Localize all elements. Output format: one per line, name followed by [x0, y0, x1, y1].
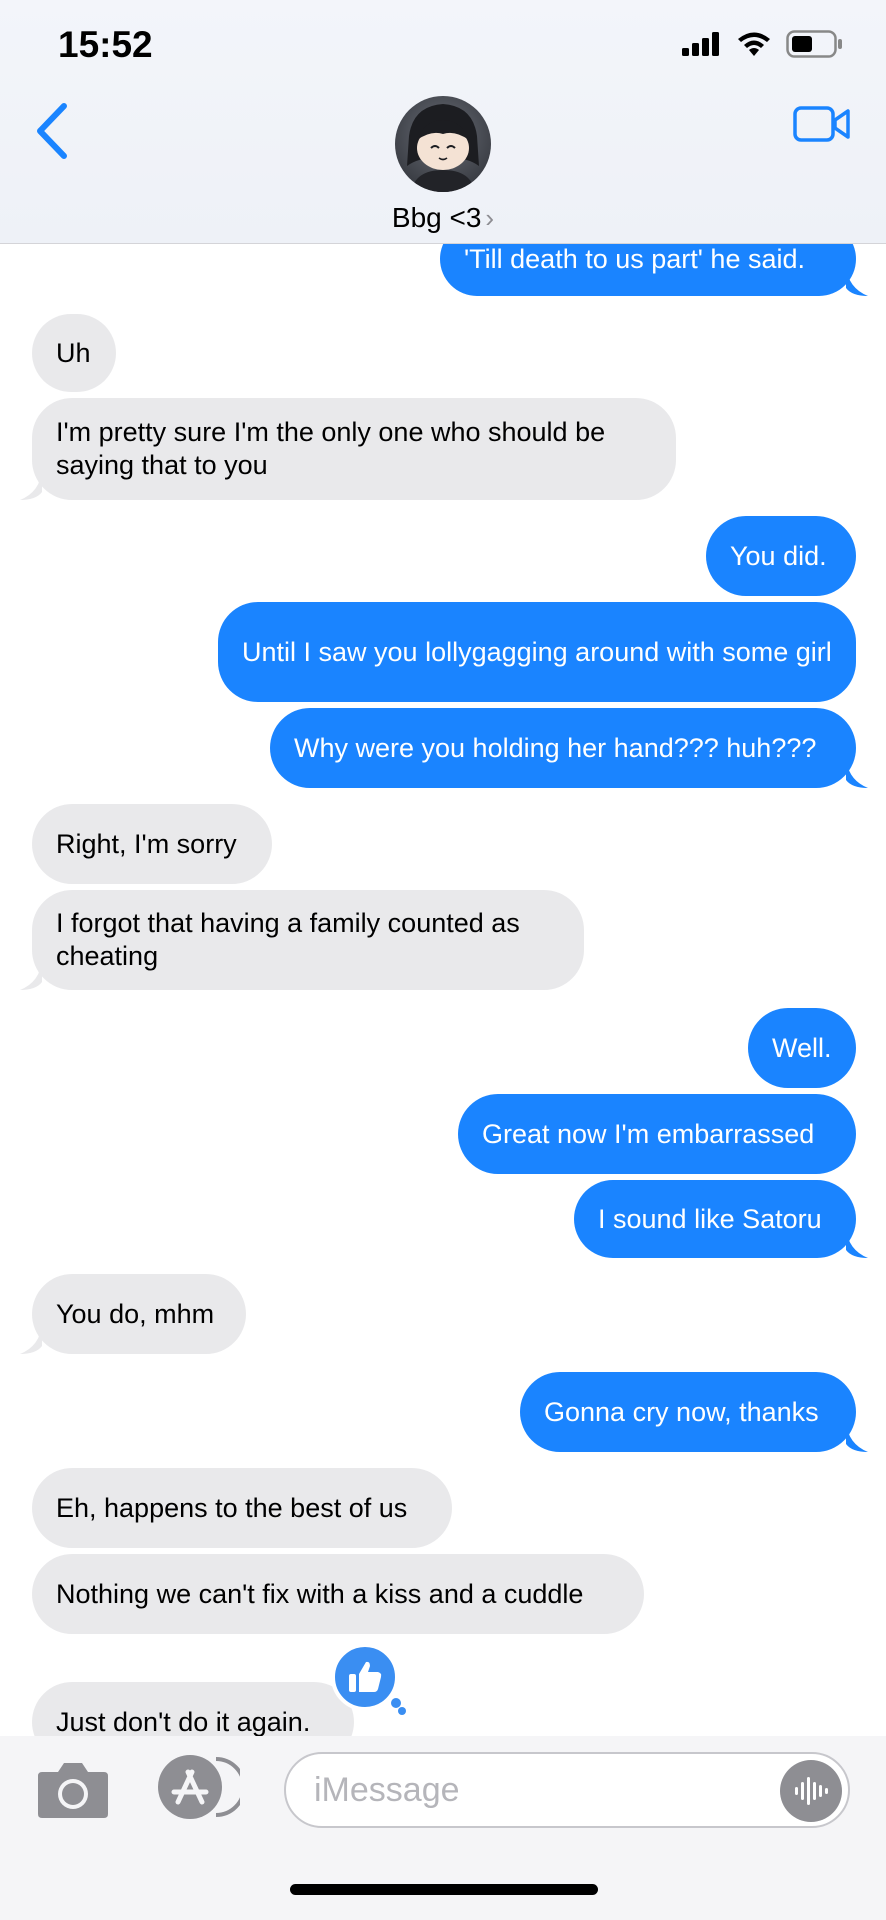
conversation-header: 15:52 Bbg <3 › — [0, 0, 886, 244]
message-bubble-incoming[interactable]: Uh — [32, 314, 116, 392]
bubble-tail — [20, 960, 42, 990]
message-bubble-incoming[interactable]: You do, mhm — [20, 1274, 246, 1354]
message-bubble-incoming[interactable]: Nothing we can't fix with a kiss and a c… — [32, 1554, 644, 1634]
battery-icon — [786, 30, 842, 58]
avatar[interactable] — [395, 96, 491, 192]
composer-bar: iMessage — [0, 1736, 886, 1920]
bubble-tail — [846, 266, 868, 296]
message-bubble-outgoing[interactable]: I sound like Satoru — [574, 1180, 868, 1258]
app-store-icon[interactable] — [154, 1754, 240, 1820]
message-bubble-outgoing[interactable]: Well. — [748, 1008, 856, 1088]
message-bubble-incoming[interactable]: I forgot that having a family counted as… — [20, 890, 584, 990]
message-bubble-outgoing[interactable]: Why were you holding her hand??? huh??? — [270, 708, 868, 788]
home-indicator[interactable] — [290, 1884, 598, 1895]
status-icons — [682, 30, 844, 58]
back-chevron-icon[interactable] — [30, 98, 80, 164]
message-text: Just don't do it again. — [56, 1706, 311, 1737]
message-text: I forgot that having a family counted as… — [56, 908, 520, 971]
message-text: Nothing we can't fix with a kiss and a c… — [56, 1578, 584, 1609]
contact-name-button[interactable]: Bbg <3 › — [0, 202, 886, 234]
message-text: Well. — [772, 1032, 832, 1063]
video-call-icon[interactable] — [792, 100, 852, 148]
status-time: 15:52 — [58, 24, 153, 65]
message-text: 'Till death to us part' he said. — [464, 243, 805, 274]
message-text: Gonna cry now, thanks — [544, 1396, 819, 1427]
message-text: I sound like Satoru — [598, 1203, 822, 1234]
avatar-image — [407, 104, 479, 192]
message-bubble-incoming[interactable]: I'm pretty sure I'm the only one who sho… — [20, 398, 676, 500]
message-bubble-incoming[interactable]: Right, I'm sorry — [32, 804, 272, 884]
message-text: Until I saw you lollygagging around with… — [242, 636, 832, 667]
message-bubble-outgoing[interactable]: Great now I'm embarrassed — [458, 1094, 856, 1174]
message-text: Why were you holding her hand??? huh??? — [294, 732, 817, 763]
message-bubble-incoming[interactable]: Just don't do it again. — [32, 1682, 354, 1736]
cellular-signal-icon — [682, 32, 719, 56]
message-text: You did. — [730, 540, 827, 571]
message-bubble-outgoing[interactable]: Until I saw you lollygagging around with… — [218, 602, 856, 702]
message-text: You do, mhm — [56, 1298, 215, 1329]
message-bubble-incoming[interactable]: Eh, happens to the best of us — [32, 1468, 452, 1548]
chevron-right-icon: › — [485, 203, 495, 233]
message-text: Eh, happens to the best of us — [56, 1492, 408, 1523]
bubble-tail — [846, 758, 868, 788]
camera-icon[interactable] — [36, 1758, 110, 1820]
bubble-tail — [846, 1422, 868, 1452]
message-bubble-outgoing[interactable]: You did. — [706, 516, 856, 596]
message-input-placeholder: iMessage — [314, 1770, 460, 1809]
message-input[interactable]: iMessage — [284, 1752, 850, 1828]
message-text: Great now I'm embarrassed — [482, 1118, 815, 1149]
message-text: I'm pretty sure I'm the only one who sho… — [56, 417, 606, 480]
wifi-icon — [738, 32, 770, 56]
audio-message-button[interactable] — [780, 1760, 842, 1822]
message-text: Right, I'm sorry — [56, 828, 237, 859]
thumbs-up-icon — [349, 1661, 382, 1692]
message-text: Uh — [56, 337, 91, 368]
contact-name: Bbg <3 — [391, 202, 482, 233]
bubble-tail — [20, 470, 42, 500]
bubble-tail — [20, 1324, 42, 1354]
message-bubble-outgoing[interactable]: Gonna cry now, thanks — [520, 1372, 868, 1452]
bubble-tail — [846, 1228, 868, 1258]
message-thread[interactable]: 'Till death to us part' he said. Uh I'm … — [0, 0, 886, 1736]
tapback-tail — [398, 1707, 406, 1715]
audio-waveform-icon — [795, 1777, 828, 1805]
